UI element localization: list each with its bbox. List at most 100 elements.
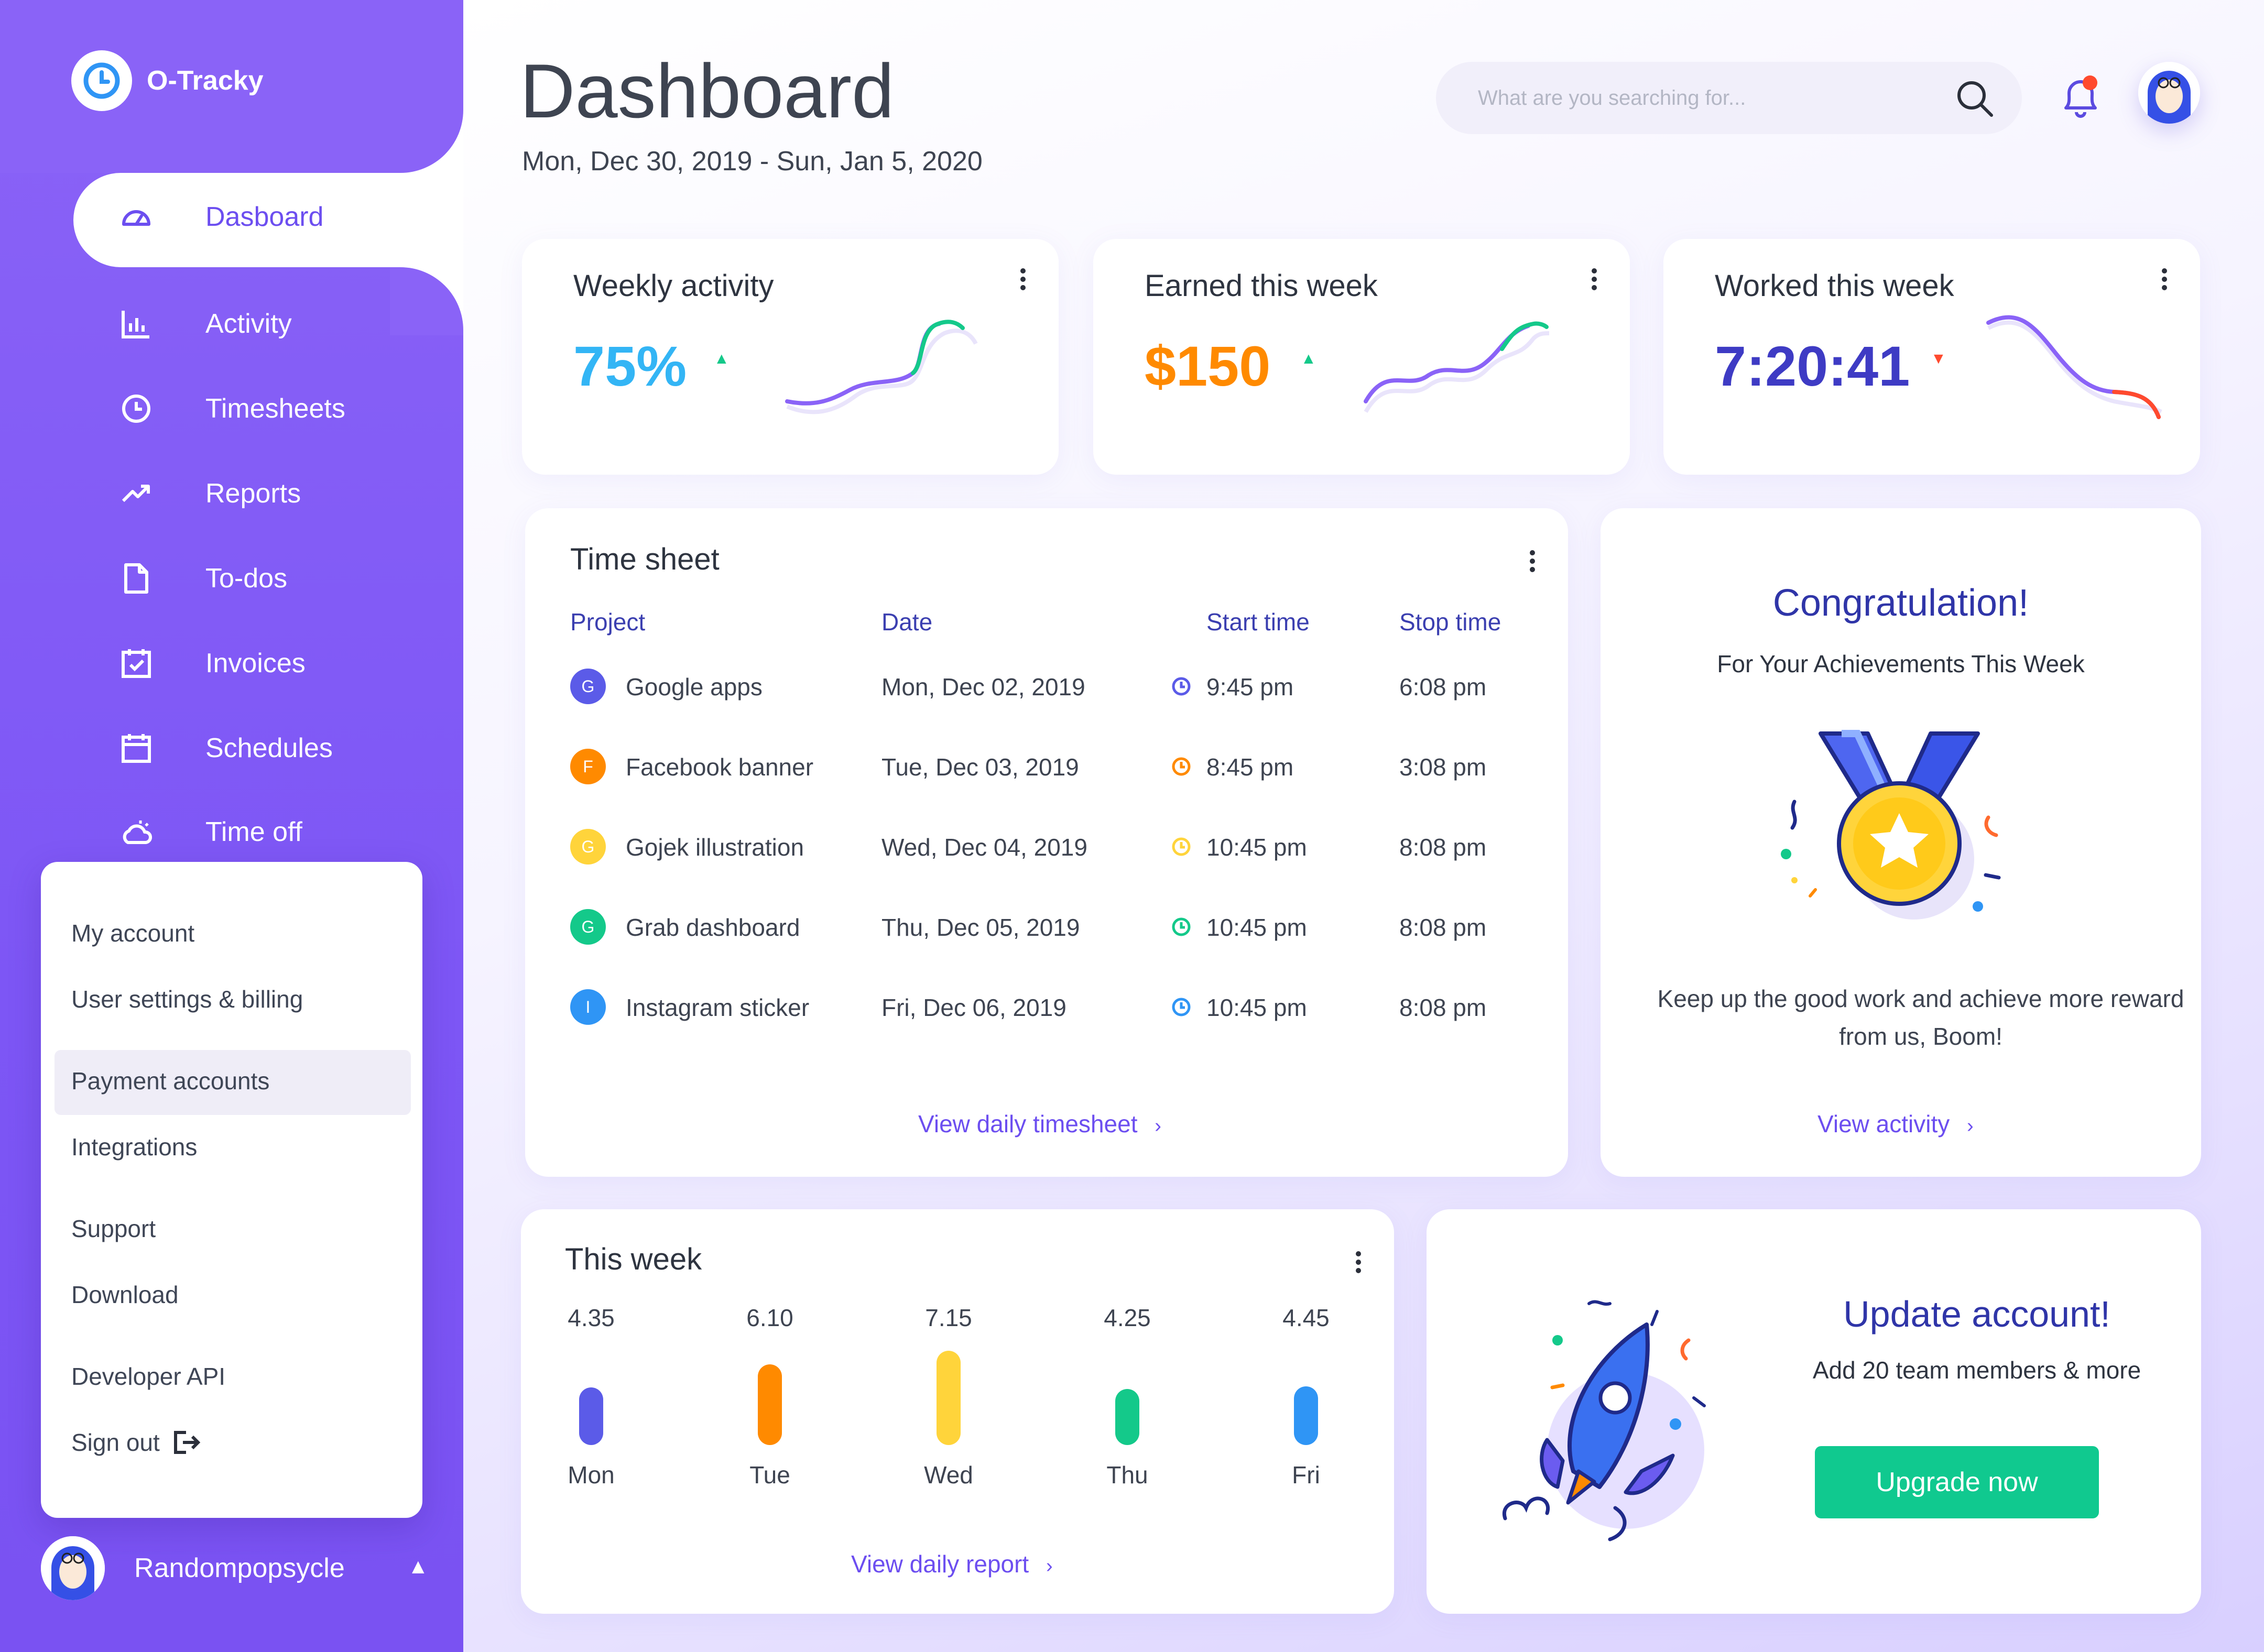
congrats-subtitle: For Your Achievements This Week (1717, 650, 2085, 677)
row-stop-time: 8:08 pm (1399, 994, 1487, 1021)
row-stop-time: 6:08 pm (1399, 673, 1487, 701)
menu-item-user-settings[interactable]: User settings & billing (71, 985, 303, 1013)
update-account-card: Update account! Add 20 team members & mo… (1427, 1209, 2201, 1614)
bar-chart-icon (115, 303, 157, 345)
profile-avatar[interactable] (2138, 62, 2200, 124)
table-row[interactable]: F Facebook banner Tue, Dec 03, 2019 8:45 pm… (525, 737, 1568, 790)
table-row[interactable]: G Google apps Mon, Dec 02, 2019 9:45 pm 6:08… (525, 657, 1568, 709)
view-daily-timesheet-link[interactable]: View daily timesheet › (918, 1110, 1161, 1138)
more-options-icon[interactable] (1527, 547, 1538, 584)
user-profile[interactable]: Randompopsycle ▲ (41, 1534, 439, 1602)
sidebar-item-todos[interactable]: To-dos (115, 557, 287, 599)
row-start-time: 10:45 pm (1206, 914, 1307, 941)
sidebar-item-time-off[interactable]: Time off (115, 811, 302, 853)
sidebar-item-label: Invoices (205, 648, 306, 679)
avatar (41, 1536, 105, 1600)
bar-value-label: 6.10 (746, 1304, 793, 1331)
logo-icon[interactable] (71, 50, 132, 111)
more-options-icon[interactable] (1589, 265, 1599, 302)
this-week-card: This week 4.35 Mon 6.10 Tue 7.15 Wed 4.25 Thu 4.… (521, 1209, 1394, 1614)
stat-value: 7:20:41 (1715, 334, 1910, 398)
column-header-start[interactable]: Start time (1206, 608, 1310, 636)
medal-icon (1781, 730, 2001, 920)
column-header-stop[interactable]: Stop time (1399, 608, 1501, 636)
row-date: Wed, Dec 04, 2019 (881, 834, 1087, 861)
chevron-right-icon: › (1155, 1115, 1161, 1137)
more-options-icon[interactable] (1353, 1248, 1364, 1285)
day-bar[interactable] (579, 1387, 603, 1445)
menu-item-sign-out[interactable]: Sign out (71, 1428, 201, 1457)
sidebar-item-reports[interactable]: Reports (115, 473, 301, 515)
sign-out-icon (173, 1431, 201, 1454)
bar-day-label: Wed (924, 1461, 973, 1489)
stat-title: Earned this week (1145, 269, 1378, 303)
table-row[interactable]: G Gojek illustration Wed, Dec 04, 2019 10:4… (525, 817, 1568, 870)
bar-day-label: Mon (568, 1461, 615, 1489)
sparkline (785, 320, 978, 414)
project-avatar: G (570, 829, 606, 865)
search-bar[interactable] (1436, 62, 2022, 134)
search-icon[interactable] (1955, 79, 1995, 118)
stat-card-weekly-activity: Weekly activity 75% ▲ (522, 239, 1059, 475)
sidebar-item-label: To-dos (205, 563, 288, 594)
row-stop-time: 8:08 pm (1399, 914, 1487, 941)
bell-icon[interactable] (2060, 73, 2102, 121)
row-start-time: 10:45 pm (1206, 834, 1307, 861)
project-avatar: F (570, 749, 606, 784)
stat-title: Weekly activity (573, 269, 774, 303)
user-name: Randompopsycle (134, 1553, 345, 1583)
project-avatar: I (570, 989, 606, 1025)
menu-item-developer-api[interactable]: Developer API (71, 1362, 225, 1391)
sidebar-item-label: Dasboard (205, 202, 324, 232)
stat-title: Worked this week (1715, 269, 1954, 303)
column-header-date[interactable]: Date (881, 608, 932, 636)
day-bar[interactable] (758, 1364, 782, 1445)
more-options-icon[interactable] (1018, 265, 1028, 302)
row-start-time: 8:45 pm (1206, 753, 1294, 781)
row-date: Mon, Dec 02, 2019 (881, 673, 1085, 701)
trend-up-icon: ▲ (1301, 350, 1316, 367)
clock-icon (1172, 917, 1191, 936)
sidebar-item-schedules[interactable]: Schedules (115, 727, 333, 769)
table-row[interactable]: G Grab dashboard Thu, Dec 05, 2019 10:45 pm… (525, 898, 1568, 950)
sidebar-item-timesheets[interactable]: Timesheets (115, 388, 345, 430)
row-stop-time: 8:08 pm (1399, 834, 1487, 861)
search-input[interactable] (1478, 62, 1929, 134)
project-avatar: G (570, 909, 606, 945)
menu-item-my-account[interactable]: My account (71, 919, 194, 947)
rocket-icon (1502, 1300, 1706, 1541)
view-activity-link[interactable]: View activity › (1817, 1110, 1974, 1138)
app-name[interactable]: O-Tracky (147, 65, 264, 96)
day-bar[interactable] (1294, 1386, 1318, 1445)
row-stop-time: 3:08 pm (1399, 753, 1487, 781)
sidebar: O-Tracky Dasboard Activity Timesheets Re… (0, 0, 463, 1652)
stat-value: $150 (1145, 334, 1271, 398)
congrats-card: Congratulation! For Your Achievements Th… (1601, 508, 2201, 1177)
bar-value-label: 4.25 (1104, 1304, 1151, 1331)
column-header-project[interactable]: Project (570, 608, 645, 636)
day-bar[interactable] (1115, 1389, 1139, 1445)
more-options-icon[interactable] (2159, 265, 2170, 302)
project-name: Google apps (626, 673, 763, 701)
cloud-sun-icon (115, 811, 157, 853)
sidebar-item-invoices[interactable]: Invoices (115, 642, 306, 684)
page-title: Dashboard (520, 48, 895, 134)
day-bar[interactable] (937, 1351, 961, 1445)
menu-item-support[interactable]: Support (71, 1215, 156, 1243)
sidebar-item-activity[interactable]: Activity (115, 303, 292, 345)
bar-value-label: 4.35 (568, 1304, 615, 1331)
project-name: Facebook banner (626, 753, 814, 781)
project-name: Instagram sticker (626, 994, 810, 1021)
calendar-icon (115, 727, 157, 769)
bar-value-label: 4.45 (1282, 1304, 1330, 1331)
sidebar-item-label: Time off (205, 817, 302, 847)
menu-item-integrations[interactable]: Integrations (71, 1133, 197, 1161)
clock-icon (1172, 677, 1191, 696)
menu-item-payment-accounts[interactable]: Payment accounts (71, 1067, 269, 1095)
menu-item-download[interactable]: Download (71, 1281, 179, 1309)
sidebar-item-dashboard[interactable]: Dasboard (115, 196, 323, 238)
view-daily-report-link[interactable]: View daily report › (851, 1550, 1053, 1578)
table-row[interactable]: I Instagram sticker Fri, Dec 06, 2019 10:45… (525, 978, 1568, 1030)
upgrade-now-button[interactable]: Upgrade now (1815, 1446, 2099, 1518)
caret-up-icon[interactable]: ▲ (408, 1555, 429, 1579)
